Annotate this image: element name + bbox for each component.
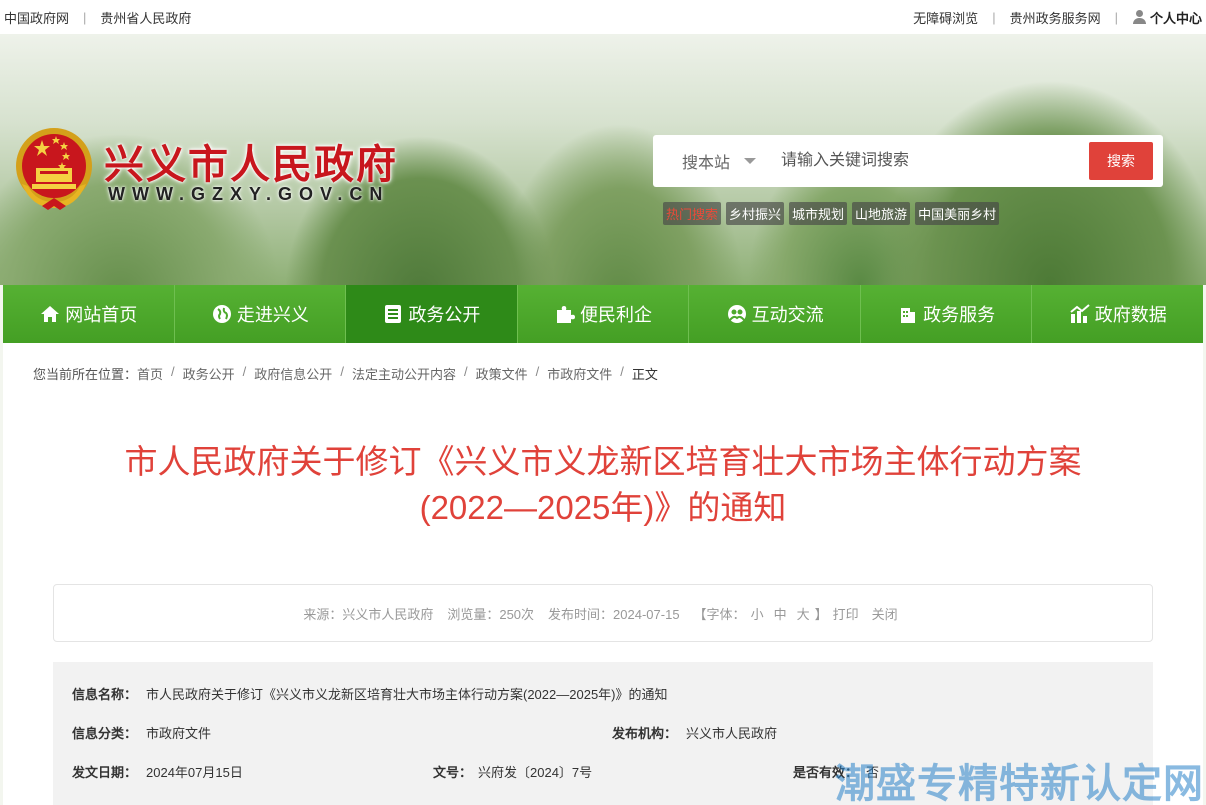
info-name-label: 信息名称： xyxy=(72,687,138,702)
meta-source: 来源：兴义市人民政府 xyxy=(303,606,434,622)
top-bar-left: 中国政府网 | 贵州省人民政府 xyxy=(4,8,191,27)
info-org-value: 兴义市人民政府 xyxy=(686,726,778,741)
meta-views: 浏览量：250次 xyxy=(447,606,535,622)
breadcrumb-item[interactable]: 首页 xyxy=(137,364,163,383)
nav-label: 互动交流 xyxy=(751,305,824,325)
top-bar-right: 无障碍浏览 | 贵州政务服务网 | 个人中心 xyxy=(913,8,1202,27)
breadcrumb: 您当前所在位置： 首页 / 政务公开 / 政府信息公开 / 法定主动公开内容 /… xyxy=(33,364,658,383)
article-title: 市人民政府关于修订《兴义市义龙新区培育壮大市场主体行动方案(2022—2025年… xyxy=(124,443,1082,526)
content-panel: 您当前所在位置： 首页 / 政务公开 / 政府信息公开 / 法定主动公开内容 /… xyxy=(3,343,1203,805)
nav-label: 网站首页 xyxy=(65,305,138,325)
home-icon xyxy=(39,303,61,325)
info-docno-label: 文号： xyxy=(433,765,473,780)
breadcrumb-separator: / xyxy=(171,364,175,379)
breadcrumb-separator: / xyxy=(340,364,344,379)
article-meta: 来源：兴义市人民政府 浏览量：250次 发布时间：2024-07-15 【字体：… xyxy=(53,584,1153,642)
breadcrumb-item[interactable]: 政策文件 xyxy=(476,364,528,383)
hot-word[interactable]: 山地旅游 xyxy=(852,202,911,225)
info-name-value: 市人民政府关于修订《兴义市义龙新区培育壮大市场主体行动方案(2022—2025年… xyxy=(146,687,668,702)
search-input[interactable] xyxy=(761,141,1061,181)
chevron-down-icon xyxy=(744,158,757,164)
breadcrumb-separator: / xyxy=(620,364,624,379)
link-guizhou-services[interactable]: 贵州政务服务网 xyxy=(1010,8,1101,27)
globe-icon xyxy=(211,303,233,325)
hot-word[interactable]: 城市规划 xyxy=(789,202,848,225)
hot-search-label: 热门搜索 xyxy=(663,202,722,225)
nav-item-interaction[interactable]: 互动交流 xyxy=(689,285,861,343)
font-small-button[interactable]: 小 xyxy=(751,604,764,623)
nav-item-gov-affairs[interactable]: 政务公开 xyxy=(346,285,518,343)
font-size-label: 【字体： xyxy=(693,606,746,622)
breadcrumb-separator: / xyxy=(535,364,540,379)
hot-word[interactable]: 中国美丽乡村 xyxy=(915,202,1000,225)
people-icon xyxy=(726,303,748,325)
nav-label: 走进兴义 xyxy=(236,305,309,325)
search-scope-select[interactable]: 搜本站 xyxy=(653,149,761,173)
chart-icon xyxy=(1069,303,1091,325)
print-button[interactable]: 打印 xyxy=(833,604,859,623)
link-guizhou-gov[interactable]: 贵州省人民政府 xyxy=(100,8,191,27)
meta-published: 发布时间：2024-07-15 xyxy=(548,606,680,622)
search-box: 搜本站 搜索 xyxy=(653,135,1163,187)
link-china-gov[interactable]: 中国政府网 xyxy=(4,8,69,27)
link-accessibility[interactable]: 无障碍浏览 xyxy=(913,8,978,27)
info-date-value: 2024年07月15日 xyxy=(146,765,243,780)
font-large-button[interactable]: 大 xyxy=(797,604,810,623)
info-category-value: 市政府文件 xyxy=(146,726,212,741)
nav-label: 便民利企 xyxy=(580,305,653,325)
info-row: 信息名称： 市人民政府关于修订《兴义市义龙新区培育壮大市场主体行动方案(2022… xyxy=(53,684,1153,704)
divider: | xyxy=(992,9,996,25)
hot-word[interactable]: 乡村振兴 xyxy=(726,202,785,225)
breadcrumb-item[interactable]: 政务公开 xyxy=(183,364,235,383)
building-icon xyxy=(897,303,919,325)
breadcrumb-item[interactable]: 市政府文件 xyxy=(547,364,612,383)
nav-item-home[interactable]: 网站首页 xyxy=(3,285,175,343)
breadcrumb-prefix: 您当前所在位置： xyxy=(33,367,138,382)
hot-search-list: 热门搜索 乡村振兴 城市规划 山地旅游 中国美丽乡村 xyxy=(663,202,1000,225)
user-icon xyxy=(1132,10,1146,24)
site-url: WWW.GZXY.GOV.CN xyxy=(108,184,390,204)
search-button[interactable]: 搜索 xyxy=(1089,142,1153,180)
nav-item-services[interactable]: 便民利企 xyxy=(517,285,690,343)
info-category-label: 信息分类： xyxy=(72,726,138,741)
breadcrumb-item[interactable]: 法定主动公开内容 xyxy=(352,364,456,383)
nav-label: 政务公开 xyxy=(408,305,481,325)
font-medium-button[interactable]: 中 xyxy=(774,604,787,623)
breadcrumb-separator: / xyxy=(242,364,247,379)
divider: | xyxy=(1114,9,1118,25)
puzzle-icon xyxy=(554,303,576,325)
info-date-label: 发文日期： xyxy=(72,765,138,780)
info-docno-value: 兴府发〔2024〕7号 xyxy=(478,765,593,780)
info-org-label: 发布机构： xyxy=(612,726,678,741)
nav-item-gov-data[interactable]: 政府数据 xyxy=(1032,285,1204,343)
nav-label: 政府数据 xyxy=(1094,305,1167,325)
main-nav: 网站首页 走进兴义 政务公开 便民利企 互动交流 政务服务 政府数据 xyxy=(3,285,1204,343)
header-banner: 兴义市人民政府 WWW.GZXY.GOV.CN 搜本站 搜索 热门搜索 乡村振兴… xyxy=(0,34,1206,285)
divider: | xyxy=(83,9,87,25)
top-bar: 中国政府网 | 贵州省人民政府 无障碍浏览 | 贵州政务服务网 | 个人中心 xyxy=(0,0,1206,34)
document-icon xyxy=(382,303,404,325)
national-emblem-icon[interactable] xyxy=(12,124,96,212)
close-button[interactable]: 关闭 xyxy=(872,604,898,623)
link-user-center[interactable]: 个人中心 xyxy=(1150,8,1202,27)
nav-item-gov-services[interactable]: 政务服务 xyxy=(860,285,1033,343)
info-row: 信息分类： 市政府文件 发布机构： 兴义市人民政府 xyxy=(53,723,1153,743)
font-size-close-bracket: 】 xyxy=(814,606,828,622)
breadcrumb-separator: / xyxy=(463,364,468,379)
site-title[interactable]: 兴义市人民政府 xyxy=(104,132,398,190)
search-scope-label: 搜本站 xyxy=(682,155,731,172)
watermark: 潮盛专精特新认定网 xyxy=(835,761,1204,805)
nav-label: 政务服务 xyxy=(923,305,996,325)
nav-item-about[interactable]: 走进兴义 xyxy=(174,285,347,343)
breadcrumb-item[interactable]: 政府信息公开 xyxy=(254,364,332,383)
breadcrumb-current: 正文 xyxy=(631,367,658,382)
